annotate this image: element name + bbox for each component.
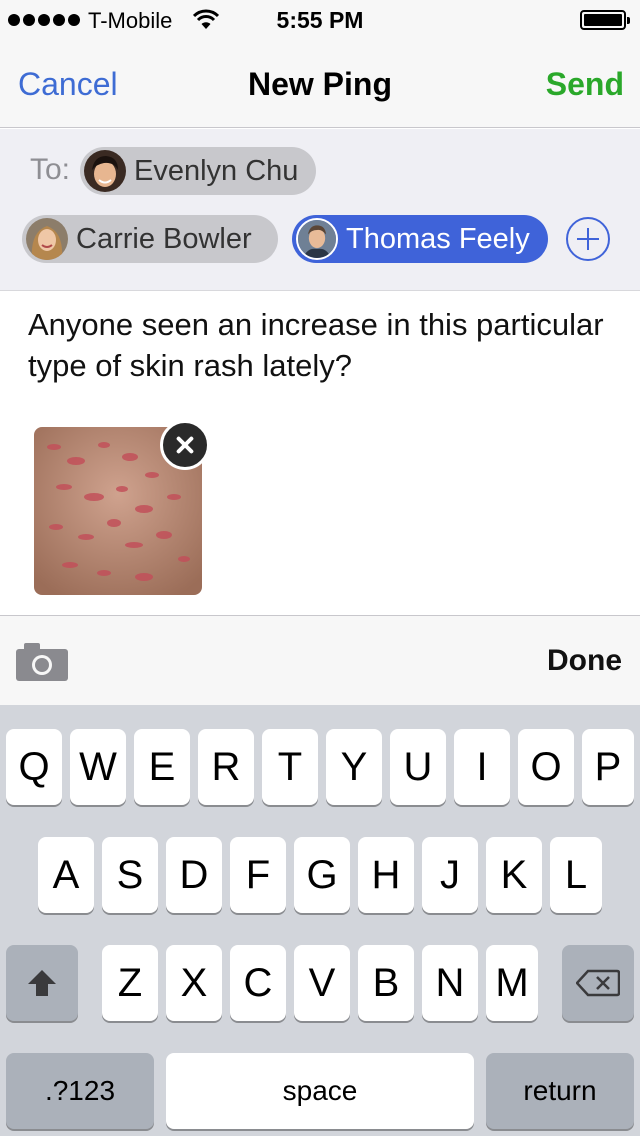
key-m[interactable]: M [486,945,538,1021]
key-v[interactable]: V [294,945,350,1021]
key-w[interactable]: W [70,729,126,805]
key-k[interactable]: K [486,837,542,913]
key-y[interactable]: Y [326,729,382,805]
key-o[interactable]: O [518,729,574,805]
cancel-button[interactable]: Cancel [18,66,118,103]
input-toolbar: Done [0,615,640,705]
shift-icon [28,970,56,996]
battery-icon [580,10,630,30]
status-bar: T-Mobile 5:55 PM [0,0,640,40]
key-u[interactable]: U [390,729,446,805]
keyboard: Q W E R T Y U I O P A S D F G H J K L Z … [0,705,640,1136]
recipient-name: Evenlyn Chu [134,154,299,187]
key-r[interactable]: R [198,729,254,805]
to-label: To: [30,153,71,186]
key-s[interactable]: S [102,837,158,913]
clock: 5:55 PM [276,7,364,33]
recipient-chip-thomas-feely[interactable]: Thomas Feely [292,215,548,263]
key-c[interactable]: C [230,945,286,1021]
navigation-bar: Cancel New Ping Send [0,40,640,128]
shift-key[interactable] [6,945,78,1021]
send-button[interactable]: Send [546,66,624,103]
key-n[interactable]: N [422,945,478,1021]
done-button[interactable]: Done [547,644,622,678]
recipient-name: Carrie Bowler [76,222,252,255]
key-t[interactable]: T [262,729,318,805]
numbers-key[interactable]: .?123 [6,1053,154,1129]
key-a[interactable]: A [38,837,94,913]
add-recipient-button[interactable] [566,217,610,261]
key-g[interactable]: G [294,837,350,913]
key-p[interactable]: P [582,729,634,805]
key-l[interactable]: L [550,837,602,913]
key-e[interactable]: E [134,729,190,805]
key-z[interactable]: Z [102,945,158,1021]
recipient-chip-carrie-bowler[interactable]: Carrie Bowler [22,215,278,263]
return-key[interactable]: return [486,1053,634,1129]
recipient-name: Thomas Feely [346,222,530,255]
key-x[interactable]: X [166,945,222,1021]
key-b[interactable]: B [358,945,414,1021]
key-i[interactable]: I [454,729,510,805]
avatar [296,218,338,260]
recipient-chip-evenlyn-chu[interactable]: Evenlyn Chu [80,147,316,195]
remove-attachment-button[interactable] [160,420,210,470]
key-q[interactable]: Q [6,729,62,805]
space-key[interactable]: space [166,1053,474,1129]
key-h[interactable]: H [358,837,414,913]
avatar [26,218,68,260]
message-text[interactable]: Anyone seen an increase in this particul… [28,304,618,386]
key-f[interactable]: F [230,837,286,913]
camera-icon[interactable] [16,641,68,681]
delete-icon [576,969,620,997]
recipients-field[interactable]: To: Evenlyn Chu Carrie Bowler Thomas Fee… [0,129,640,291]
delete-key[interactable] [562,945,634,1021]
key-j[interactable]: J [422,837,478,913]
key-d[interactable]: D [166,837,222,913]
avatar [84,150,126,192]
